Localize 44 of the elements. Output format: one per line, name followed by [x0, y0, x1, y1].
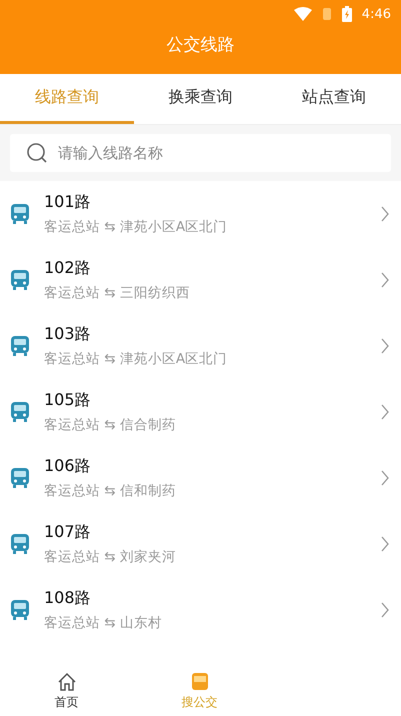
route-name: 106路 — [44, 456, 92, 477]
chevron-right-icon — [381, 404, 389, 420]
bus-icon — [10, 401, 30, 423]
bus-icon — [10, 599, 30, 621]
route-name: 108路 — [44, 588, 92, 609]
tab[interactable]: 站点查询 — [267, 74, 401, 124]
route-name: 101路 — [44, 192, 92, 213]
wifi-icon — [294, 7, 312, 21]
route-item[interactable]: 101路 客运总站 ⇆ 津苑小区A区北门 — [0, 181, 401, 247]
bus-icon — [10, 467, 30, 489]
bus-icon — [10, 533, 30, 555]
bus-icon — [10, 335, 30, 357]
status-time: 4:46 — [362, 6, 391, 22]
chevron-right-icon — [381, 338, 389, 354]
bus-icon — [10, 203, 30, 225]
route-name: 102路 — [44, 258, 92, 279]
route-name: 107路 — [44, 522, 92, 543]
chevron-right-icon — [381, 602, 389, 618]
route-stops: 客运总站 ⇆ 三阳纺织西 — [44, 284, 191, 302]
route-name: 103路 — [44, 324, 92, 345]
route-stops: 客运总站 ⇆ 信合制药 — [44, 416, 177, 434]
chevron-right-icon — [381, 536, 389, 552]
route-item[interactable]: 106路 客运总站 ⇆ 信和制药 — [0, 445, 401, 511]
route-item[interactable]: 108路 客运总站 ⇆ 山东村 — [0, 577, 401, 643]
bus-icon — [190, 672, 208, 692]
route-item[interactable]: 107路 客运总站 ⇆ 刘家夹河 — [0, 511, 401, 577]
tab[interactable]: 换乘查询 — [134, 74, 268, 124]
route-item[interactable]: 105路 客运总站 ⇆ 信合制药 — [0, 379, 401, 445]
route-item[interactable]: 103路 客运总站 ⇆ 津苑小区A区北门 — [0, 313, 401, 379]
route-stops: 客运总站 ⇆ 津苑小区A区北门 — [44, 218, 228, 236]
chevron-right-icon — [381, 272, 389, 288]
search-field[interactable]: 请输入线路名称 — [10, 134, 391, 172]
page-title: 公交线路 — [166, 34, 236, 56]
bus-icon — [10, 269, 30, 291]
route-name: 105路 — [44, 390, 92, 411]
route-item[interactable]: 102路 客运总站 ⇆ 三阳纺织西 — [0, 247, 401, 313]
battery-icon — [342, 6, 352, 22]
home-icon — [56, 672, 76, 692]
route-stops: 客运总站 ⇆ 刘家夹河 — [44, 548, 177, 566]
chevron-right-icon — [381, 470, 389, 486]
route-stops: 客运总站 ⇆ 信和制药 — [44, 482, 177, 500]
route-stops: 客运总站 ⇆ 山东村 — [44, 614, 163, 632]
chevron-right-icon — [381, 206, 389, 222]
route-stops: 客运总站 ⇆ 津苑小区A区北门 — [44, 350, 228, 368]
